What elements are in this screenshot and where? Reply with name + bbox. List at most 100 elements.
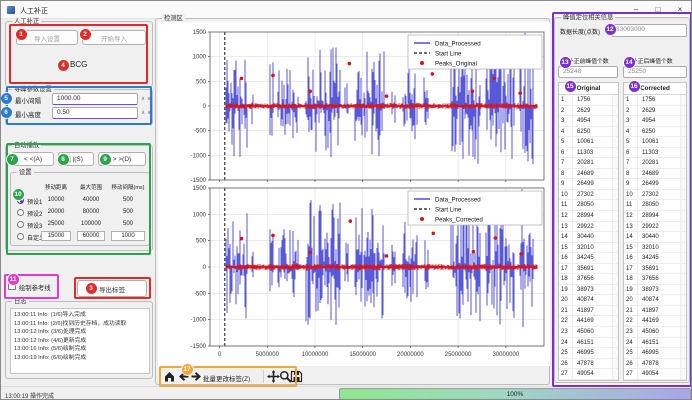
table-scrollbar[interactable] — [680, 369, 686, 379]
table-row[interactable]: 1634245 — [559, 253, 618, 264]
table-scrollbar[interactable] — [612, 264, 618, 274]
table-scrollbar[interactable] — [680, 253, 686, 263]
table-row[interactable]: 510061 — [559, 137, 618, 148]
minimize-button[interactable]: – — [625, 1, 647, 18]
table-row[interactable]: 34954 — [624, 116, 686, 127]
table-row[interactable]: 2546995 — [624, 348, 686, 359]
table-scrollbar[interactable] — [612, 127, 618, 137]
table-row[interactable]: 22629 — [624, 106, 686, 117]
table-row[interactable]: 34954 — [559, 116, 618, 127]
table-scrollbar[interactable] — [612, 222, 618, 232]
table-row[interactable]: 1128050 — [559, 200, 618, 211]
table-scrollbar[interactable] — [612, 95, 618, 105]
table-row[interactable]: 1228994 — [624, 211, 686, 222]
after-count-value[interactable]: 25250 — [623, 66, 687, 78]
table-row[interactable]: 824689 — [624, 169, 686, 180]
forward-arrow-icon[interactable] — [190, 370, 203, 383]
export-labels-button[interactable]: 导出标签 — [77, 280, 147, 297]
batch-edit-label[interactable]: 批量更改标签(Z) — [203, 373, 250, 383]
preset-row[interactable]: 预设325000100000500 — [11, 219, 151, 231]
table-scrollbar[interactable] — [612, 200, 618, 210]
pause-button[interactable]: | |(S) — [58, 152, 94, 166]
table-row[interactable]: 611303 — [559, 148, 618, 159]
table-scrollbar[interactable] — [680, 327, 686, 337]
table-row[interactable]: 1329922 — [624, 222, 686, 233]
step-back-button[interactable]: < <(A) — [12, 152, 54, 166]
table-row[interactable]: 46250 — [624, 127, 686, 138]
preset-value[interactable]: 100000 — [73, 221, 109, 227]
table-scrollbar[interactable] — [680, 222, 686, 232]
table-row[interactable]: 22629 — [559, 106, 618, 117]
table-scrollbar[interactable] — [612, 190, 618, 200]
table-row[interactable]: 2244169 — [624, 316, 686, 327]
preset-value[interactable]: 500 — [107, 221, 149, 227]
table-scrollbar[interactable] — [680, 232, 686, 242]
table-row[interactable]: 1027302 — [559, 190, 618, 201]
table-scrollbar[interactable] — [680, 316, 686, 326]
table-scrollbar[interactable] — [612, 211, 618, 221]
table-scrollbar[interactable] — [680, 106, 686, 116]
table-row[interactable]: 510061 — [624, 137, 686, 148]
table-scrollbar[interactable] — [680, 295, 686, 305]
table-row[interactable]: 2546995 — [559, 348, 618, 359]
table-row[interactable]: 2141897 — [559, 306, 618, 317]
table-row[interactable]: 2749054 — [559, 369, 618, 380]
table-scrollbar[interactable] — [680, 169, 686, 179]
table-scrollbar[interactable] — [612, 295, 618, 305]
close-button[interactable]: × — [669, 1, 691, 18]
table-row[interactable]: 2345060 — [559, 327, 618, 338]
preset-value[interactable]: 25000 — [37, 221, 75, 227]
table-row[interactable]: 1735691 — [624, 264, 686, 275]
table-scrollbar[interactable] — [612, 327, 618, 337]
radio-button[interactable] — [17, 209, 24, 216]
preset-value[interactable]: 500 — [107, 209, 149, 215]
table-row[interactable]: 926499 — [559, 179, 618, 190]
signal-charts[interactable]: 150010005000-500-1000-1500Data_Processed… — [158, 22, 550, 366]
preset-row[interactable]: 自定义15000600001000 — [11, 231, 151, 243]
table-row[interactable]: 2040874 — [624, 295, 686, 306]
table-row[interactable]: 1430440 — [559, 232, 618, 243]
preset-value[interactable]: 10000 — [37, 197, 75, 203]
save-icon[interactable] — [290, 370, 303, 383]
preset-value[interactable]: 1000 — [111, 231, 145, 241]
preset-value[interactable]: 80000 — [73, 209, 109, 215]
table-scrollbar[interactable] — [680, 137, 686, 147]
before-count-value[interactable]: 25248 — [558, 66, 618, 78]
table-row[interactable]: 1329922 — [559, 222, 618, 233]
import-settings-button[interactable]: 导入设置 — [16, 30, 78, 45]
table-row[interactable]: 2446151 — [559, 338, 618, 349]
table-scrollbar[interactable] — [680, 338, 686, 348]
table-scrollbar[interactable] — [680, 243, 686, 253]
table-scrollbar[interactable] — [680, 285, 686, 295]
table-row[interactable]: 2647878 — [624, 359, 686, 370]
table-row[interactable]: 824689 — [559, 169, 618, 180]
table-scrollbar[interactable] — [680, 148, 686, 158]
spinner-up-down-icon[interactable]: ∧∨ — [141, 96, 153, 102]
table-row[interactable]: 46250 — [559, 127, 618, 138]
table-row[interactable]: 1938973 — [624, 285, 686, 296]
table-row[interactable]: 2244169 — [559, 316, 618, 327]
table-row[interactable]: 1430440 — [624, 232, 686, 243]
radio-button[interactable] — [17, 233, 24, 240]
table-row[interactable]: 1027302 — [624, 190, 686, 201]
table-scrollbar[interactable] — [612, 158, 618, 168]
preset-value[interactable]: 40000 — [73, 197, 109, 203]
table-scrollbar[interactable] — [612, 169, 618, 179]
table-row[interactable]: 2647878 — [559, 359, 618, 370]
table-row[interactable]: 1532010 — [559, 243, 618, 254]
preset-value[interactable]: 60000 — [77, 231, 105, 241]
table-row[interactable]: 926499 — [624, 179, 686, 190]
table-row[interactable]: 2040874 — [559, 295, 618, 306]
table-row[interactable]: 2446151 — [624, 338, 686, 349]
table-scrollbar[interactable] — [680, 211, 686, 221]
table-scrollbar[interactable] — [612, 316, 618, 326]
table-scrollbar[interactable] — [680, 359, 686, 369]
table-scrollbar[interactable] — [680, 116, 686, 126]
table-row[interactable]: 1938973 — [559, 285, 618, 296]
home-icon[interactable] — [163, 370, 176, 383]
step-forward-button[interactable]: > >(D) — [98, 152, 146, 166]
table-row[interactable]: 2141897 — [624, 306, 686, 317]
table-scrollbar[interactable] — [680, 348, 686, 358]
radio-button[interactable] — [17, 197, 24, 204]
table-row[interactable]: 1837656 — [624, 274, 686, 285]
